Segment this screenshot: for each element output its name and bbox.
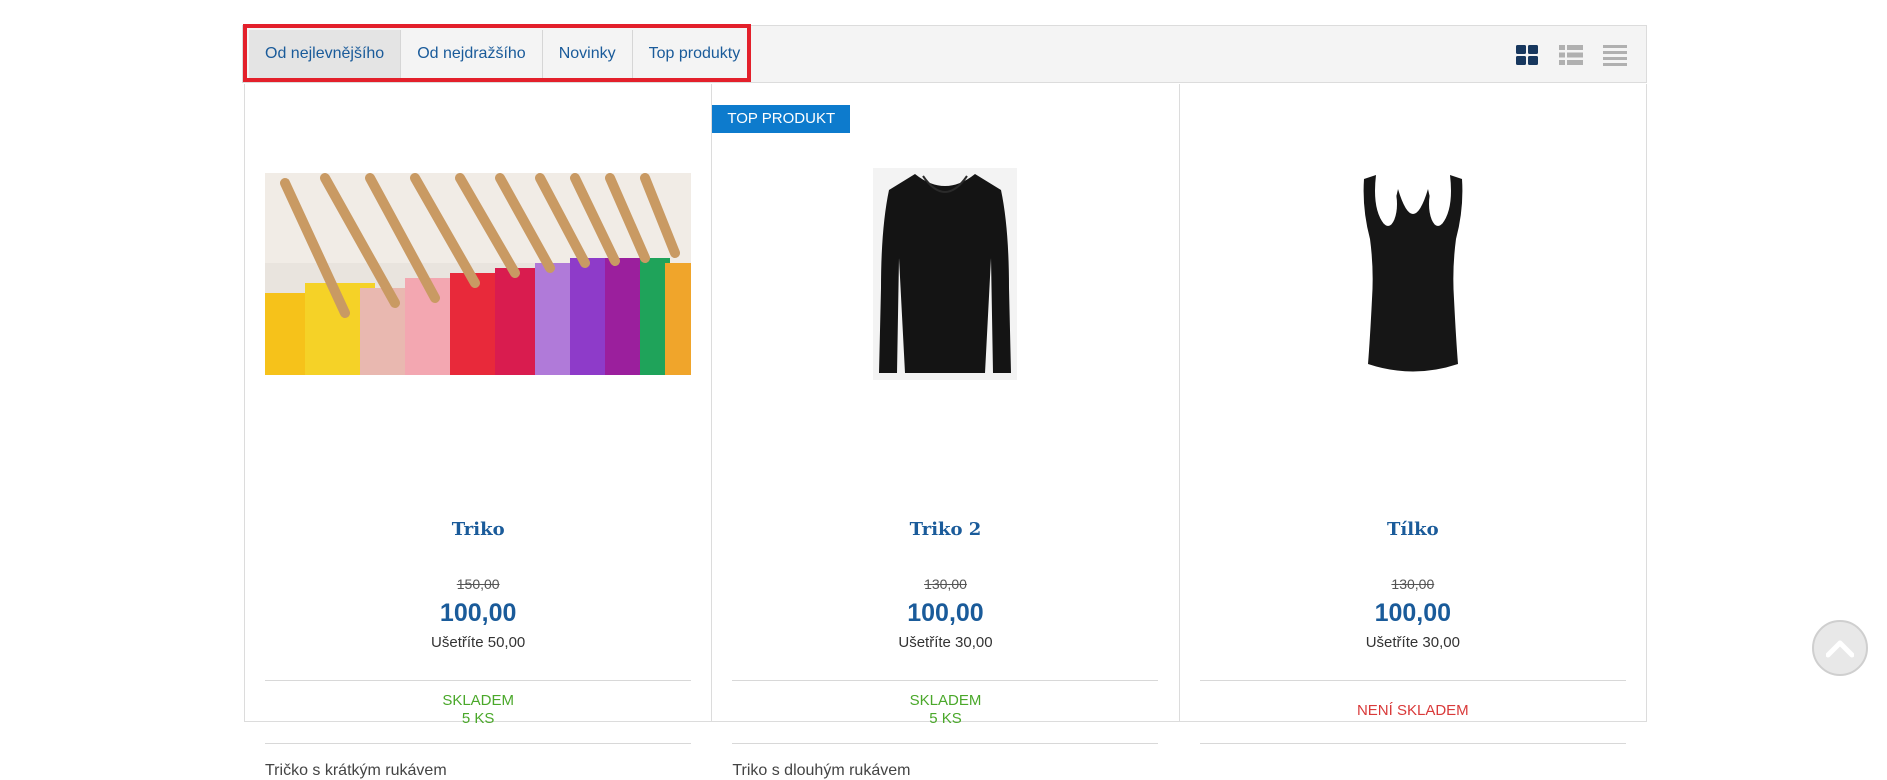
stock-count: 5 KS [461, 710, 495, 727]
savings: Ušetříte 30,00 [1365, 634, 1460, 651]
stock-count: 5 KS [929, 710, 962, 727]
product-image[interactable] [1200, 144, 1626, 404]
sort-tab-most-expensive[interactable]: Od nejdražšího [401, 30, 543, 78]
colorful-shirts-image [265, 173, 691, 375]
divider [1199, 743, 1626, 744]
divider [1199, 680, 1626, 681]
old-price: 130,00 [1391, 576, 1435, 592]
view-switcher [1514, 26, 1646, 84]
product-name[interactable]: Tílko [1180, 519, 1646, 540]
sort-tab-newest[interactable]: Novinky [543, 30, 633, 78]
stock-status: SKLADEM 5 KS [712, 692, 1178, 728]
product-name[interactable]: Triko [245, 519, 711, 540]
stock-label: SKLADEM [909, 692, 982, 709]
stock-status: SKLADEM 5 KS [245, 692, 711, 728]
product-name[interactable]: Triko 2 [712, 519, 1178, 540]
tank-top-image [1363, 175, 1463, 372]
price: 100,00 [907, 599, 984, 627]
savings: Ušetříte 30,00 [898, 634, 993, 651]
list-view-icon[interactable] [1558, 43, 1584, 67]
compact-list-view-icon[interactable] [1602, 43, 1628, 67]
old-price: 130,00 [924, 576, 967, 592]
divider [265, 680, 691, 681]
old-price: 150,00 [456, 576, 500, 592]
sort-tabs: Od nejlevnějšího Od nejdražšího Novinky … [249, 30, 756, 78]
product-card: Triko 150,00 100,00 Ušetříte 50,00 SKLAD… [245, 84, 713, 779]
savings: Ušetříte 50,00 [431, 634, 526, 651]
product-card: Tílko 130,00 100,00 Ušetříte 30,00 NENÍ … [1180, 84, 1646, 744]
long-sleeve-shirt-image [873, 168, 1018, 380]
product-card: TOP PRODUKT Triko 2 130,00 100,00 Ušetří… [712, 84, 1180, 779]
product-grid: Triko 150,00 100,00 Ušetříte 50,00 SKLAD… [244, 84, 1647, 779]
price: 100,00 [439, 599, 517, 627]
chevron-up-icon [1826, 640, 1854, 658]
grid-view-icon[interactable] [1514, 43, 1540, 67]
divider [732, 743, 1159, 744]
divider [265, 743, 691, 744]
sort-tab-cheapest[interactable]: Od nejlevnějšího [249, 30, 402, 78]
top-product-badge: TOP PRODUKT [712, 105, 851, 133]
product-image[interactable] [732, 144, 1158, 404]
scroll-to-top-button[interactable] [1812, 620, 1868, 676]
stock-status: NENÍ SKLADEM [1180, 702, 1646, 720]
stock-label: SKLADEM [442, 692, 515, 709]
sort-tab-top-products[interactable]: Top produkty [633, 30, 757, 78]
price: 100,00 [1374, 599, 1452, 627]
stock-label: NENÍ SKLADEM [1356, 702, 1469, 719]
product-image[interactable] [265, 144, 691, 404]
divider [732, 680, 1159, 681]
